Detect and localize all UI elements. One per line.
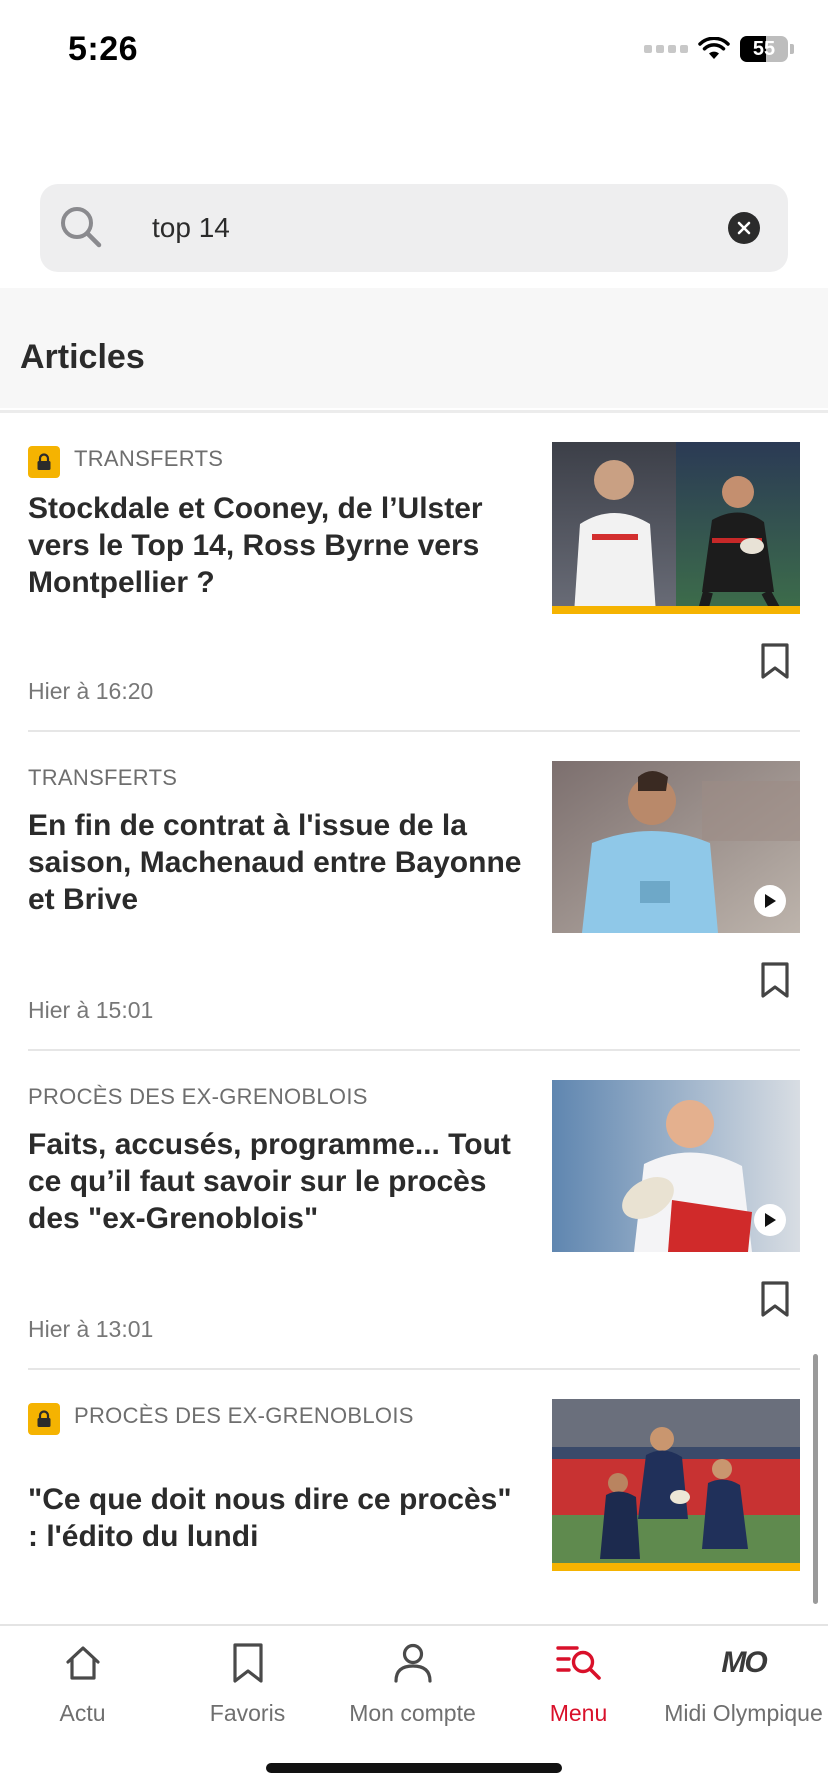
bookmark-button[interactable] — [760, 961, 790, 999]
article-category: TRANSFERTS — [28, 765, 178, 790]
play-icon — [765, 1213, 776, 1227]
divider — [0, 410, 828, 413]
article-thumbnail[interactable] — [552, 761, 800, 933]
article-meta: PROCÈS DES EX-GRENOBLOIS — [28, 1399, 414, 1435]
tab-label: Menu — [549, 1700, 608, 1726]
divider — [28, 1049, 800, 1051]
search-input[interactable] — [152, 184, 712, 272]
home-indicator — [266, 1763, 562, 1773]
article-category: PROCÈS DES EX-GRENOBLOIS — [28, 1084, 368, 1109]
clear-search-button[interactable] — [728, 212, 760, 244]
mo-logo-text: MO — [721, 1646, 767, 1679]
tab-actu[interactable]: Actu — [0, 1636, 165, 1736]
search-bar[interactable] — [40, 184, 788, 272]
cellular-signal-icon — [644, 45, 688, 53]
battery-level: 55 — [752, 38, 776, 60]
bookmark-button[interactable] — [760, 642, 790, 680]
article-meta: TRANSFERTS — [28, 761, 177, 795]
article-title[interactable]: "Ce que doit nous dire ce procès" : l'éd… — [28, 1481, 528, 1555]
article-category: PROCÈS DES EX-GRENOBLOIS — [74, 1403, 414, 1428]
tab-menu[interactable]: Menu — [496, 1636, 661, 1736]
article-item[interactable]: TRANSFERTS Stockdale et Cooney, de l’Uls… — [28, 442, 800, 760]
bookmark-icon — [223, 1638, 273, 1688]
article-meta: TRANSFERTS — [28, 442, 224, 478]
battery-tip — [790, 44, 794, 54]
tab-label: Favoris — [209, 1700, 286, 1726]
premium-lock-badge — [28, 446, 60, 478]
article-title[interactable]: Faits, accusés, programme... Tout ce qu’… — [28, 1126, 528, 1237]
status-bar: 5:26 55 — [0, 0, 828, 100]
tab-mon-compte[interactable]: Mon compte — [330, 1636, 495, 1736]
video-play-button[interactable] — [754, 1204, 786, 1236]
article-thumbnail[interactable] — [552, 1080, 800, 1252]
lock-icon — [37, 1410, 51, 1427]
home-icon — [58, 1638, 108, 1688]
premium-indicator-bar — [552, 1563, 800, 1571]
article-meta: PROCÈS DES EX-GRENOBLOIS — [28, 1080, 368, 1114]
section-header: Articles — [0, 288, 828, 408]
article-time: Hier à 15:01 — [28, 997, 154, 1023]
scrollbar[interactable] — [813, 1354, 818, 1604]
article-title[interactable]: En fin de contrat à l'issue de la saison… — [28, 807, 528, 918]
video-play-button[interactable] — [754, 885, 786, 917]
tab-label: Actu — [59, 1700, 106, 1726]
article-title[interactable]: Stockdale et Cooney, de l’Ulster vers le… — [28, 490, 528, 601]
menu-search-icon — [554, 1638, 604, 1688]
play-icon — [765, 894, 776, 908]
tab-favoris[interactable]: Favoris — [165, 1636, 330, 1736]
tab-label: Midi Olympique — [664, 1700, 823, 1726]
divider — [28, 1368, 800, 1370]
battery-icon: 55 — [740, 36, 788, 62]
article-item[interactable]: PROCÈS DES EX-GRENOBLOIS Faits, accusés,… — [28, 1080, 800, 1398]
article-item[interactable]: TRANSFERTS En fin de contrat à l'issue d… — [28, 761, 800, 1079]
search-icon — [61, 207, 102, 248]
wifi-icon — [698, 37, 730, 59]
two-rugby-players-photo — [552, 442, 800, 614]
status-indicators: 55 — [644, 34, 794, 64]
status-time: 5:26 — [68, 30, 139, 68]
lock-icon — [37, 453, 51, 470]
premium-lock-badge — [28, 1403, 60, 1435]
tab-label: Mon compte — [349, 1700, 476, 1726]
divider — [28, 730, 800, 732]
article-time: Hier à 13:01 — [28, 1316, 154, 1342]
close-icon — [737, 221, 751, 235]
section-title: Articles — [20, 338, 145, 376]
rugby-match-action-photo — [552, 1399, 800, 1571]
tab-midi-olympique[interactable]: MO Midi Olympique — [661, 1636, 826, 1736]
article-time: Hier à 16:20 — [28, 678, 154, 704]
article-category: TRANSFERTS — [74, 446, 224, 471]
user-icon — [388, 1638, 438, 1688]
premium-indicator-bar — [552, 606, 800, 614]
article-thumbnail[interactable] — [552, 1399, 800, 1571]
mo-logo: MO — [719, 1638, 769, 1688]
bookmark-button[interactable] — [760, 1280, 790, 1318]
article-thumbnail[interactable] — [552, 442, 800, 614]
